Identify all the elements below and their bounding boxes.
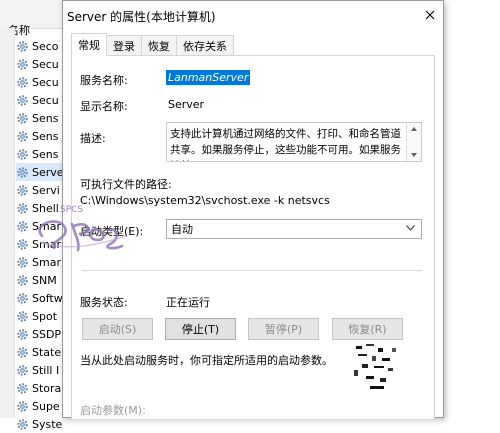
service-list-item-label: Sens — [32, 129, 59, 143]
service-list-item[interactable]: SSDP — [16, 325, 62, 343]
gear-icon — [17, 58, 28, 70]
service-list-item[interactable]: Sens — [16, 127, 62, 145]
service-list-item[interactable]: SNM — [16, 271, 62, 289]
description-text: 支持此计算机通过网络的文件、打印、和命名管道共享。如果服务停止，这些功能不可用。… — [170, 128, 401, 161]
stop-button[interactable]: 停止(T) — [165, 318, 236, 340]
resume-button[interactable]: 恢复(R) — [332, 318, 403, 340]
service-list-item[interactable]: Sens — [16, 145, 62, 163]
service-list-item[interactable]: Secu — [16, 91, 62, 109]
service-status-value: 正在运行 — [166, 296, 210, 309]
description-label: 描述: — [80, 132, 106, 145]
gear-icon — [17, 94, 28, 106]
service-list-item[interactable]: Softw — [16, 289, 62, 307]
display-name-label: 显示名称: — [80, 100, 128, 113]
service-list-item[interactable]: Stora — [16, 379, 62, 397]
gear-icon — [17, 364, 28, 376]
gear-icon — [17, 328, 28, 340]
dialog-tabs: 常规 登录 恢复 依存关系 — [71, 33, 234, 56]
service-list-item-label: Sens — [32, 111, 59, 125]
dialog-titlebar[interactable]: Server 的属性(本地计算机) — [63, 1, 443, 31]
tab-recovery[interactable]: 恢复 — [141, 35, 177, 56]
gear-icon — [17, 400, 28, 412]
close-icon — [425, 10, 435, 20]
service-list-item-label: SNM — [32, 273, 57, 287]
gear-icon — [17, 184, 28, 196]
exe-path-label: 可执行文件的路径: — [80, 178, 172, 191]
section-divider — [82, 270, 422, 271]
service-list-item[interactable]: Still I — [16, 361, 62, 379]
service-list-item[interactable]: Spot — [16, 307, 62, 325]
service-list-item-label: Still I — [32, 363, 60, 377]
service-list-item[interactable]: State — [16, 343, 62, 361]
service-name-label: 服务名称: — [80, 74, 128, 87]
scroll-up-icon[interactable] — [411, 127, 417, 131]
tab-general[interactable]: 常规 — [71, 33, 107, 56]
service-name-value[interactable]: LanmanServer — [166, 70, 251, 85]
startup-type-select[interactable]: 自动 — [166, 219, 422, 239]
service-list-item-label: Seco — [32, 39, 59, 53]
service-list-item-label: Spot — [32, 309, 58, 323]
service-list-item[interactable]: Secu — [16, 73, 62, 91]
close-button[interactable] — [419, 5, 441, 25]
service-list-item[interactable]: Sens — [16, 109, 62, 127]
gear-icon — [17, 418, 28, 430]
service-list-item-label: SSDP — [32, 327, 62, 341]
service-list-item-label: Secu — [32, 57, 59, 71]
service-list-item-label: Syste — [32, 417, 62, 431]
scroll-down-icon[interactable] — [411, 153, 417, 157]
service-list-item[interactable]: Serve — [16, 163, 62, 181]
start-button[interactable]: 启动(S) — [82, 318, 153, 340]
gear-icon — [17, 346, 28, 358]
watermark-small-text: SPCS — [60, 205, 83, 215]
description-textbox[interactable]: 支持此计算机通过网络的文件、打印、和命名管道共享。如果服务停止，这些功能不可用。… — [166, 122, 422, 162]
gear-icon — [17, 40, 28, 52]
dialog-title: Server 的属性(本地计算机) — [67, 10, 216, 24]
service-status-label: 服务状态: — [80, 296, 128, 309]
description-scrollbar[interactable] — [406, 123, 421, 161]
service-list-item-label: Serve — [32, 165, 62, 179]
start-params-hint: 当从此处启动服务时，你可指定所适用的启动参数。 — [80, 354, 333, 367]
tab-logon[interactable]: 登录 — [106, 35, 142, 56]
service-list-item-label: State — [32, 345, 62, 359]
tab-dependencies[interactable]: 依存关系 — [176, 35, 234, 56]
service-list-item[interactable]: Seco — [16, 37, 62, 55]
services-list-header[interactable]: 名称 — [0, 0, 62, 37]
service-list-item-label: Secu — [32, 93, 59, 107]
gear-icon — [17, 112, 28, 124]
gear-icon — [17, 274, 28, 286]
service-list-item-label: Softw — [32, 291, 62, 305]
service-list-item[interactable]: Secu — [16, 55, 62, 73]
service-list-item-label: Secu — [32, 75, 59, 89]
service-list-item-label: Stora — [32, 381, 62, 395]
gear-icon — [17, 166, 28, 178]
gear-icon — [17, 76, 28, 88]
gear-icon — [17, 292, 28, 304]
service-list-item-label: Supe — [32, 399, 60, 413]
pause-button[interactable]: 暂停(P) — [248, 318, 319, 340]
start-params-label: 启动参数(M): — [80, 404, 146, 417]
service-list-item-label: Sens — [32, 147, 59, 161]
image-artifact — [354, 344, 396, 389]
startup-type-value: 自动 — [171, 223, 193, 236]
chevron-down-icon — [406, 225, 415, 231]
gear-icon — [17, 148, 28, 160]
spcs-watermark-logo: SPCS — [38, 205, 127, 252]
gear-icon — [17, 130, 28, 142]
display-name-value[interactable]: Server — [168, 98, 204, 111]
service-list-item-label: Servi — [32, 183, 60, 197]
gear-icon — [17, 310, 28, 322]
gear-icon — [17, 382, 28, 394]
service-list-item[interactable]: Supe — [16, 397, 62, 415]
